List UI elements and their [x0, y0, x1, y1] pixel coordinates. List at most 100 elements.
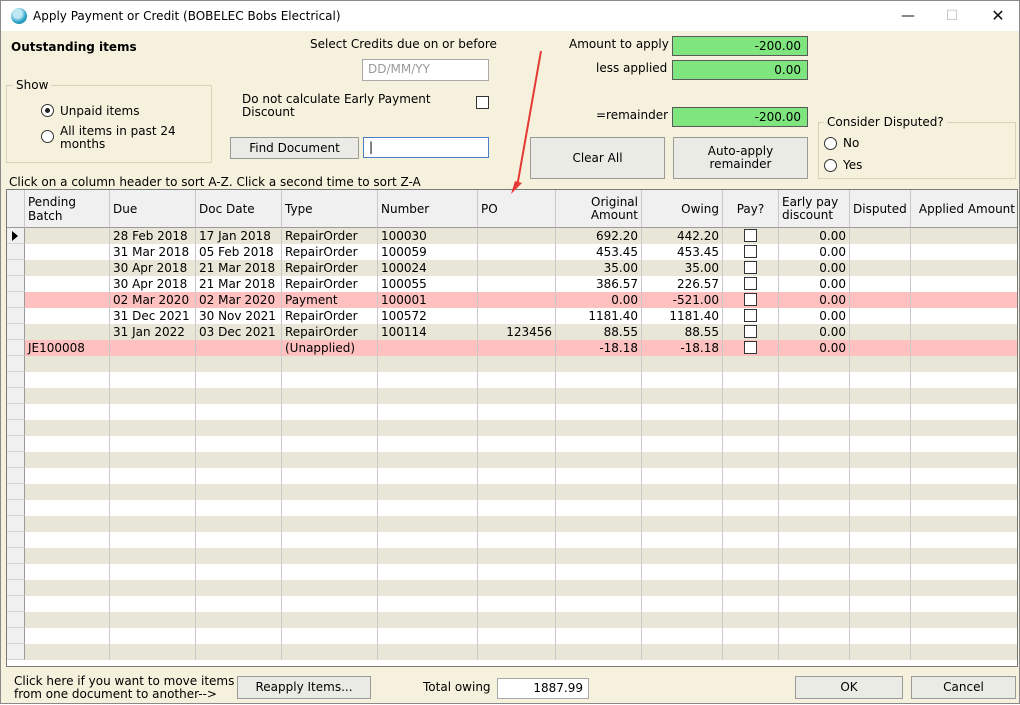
row-header[interactable] — [7, 644, 25, 660]
column-header-doc-date[interactable]: Doc Date — [196, 190, 282, 228]
row-header[interactable] — [7, 548, 25, 564]
row-header[interactable] — [7, 596, 25, 612]
row-header[interactable] — [7, 500, 25, 516]
row-header[interactable] — [7, 308, 25, 324]
cell-early-pay-discount: 0.00 — [779, 292, 850, 308]
cell-applied-amount[interactable] — [911, 324, 1017, 340]
cell-applied-amount[interactable] — [911, 244, 1017, 260]
column-header-owing[interactable]: Owing — [642, 190, 723, 228]
row-header[interactable] — [7, 516, 25, 532]
cell-due: 30 Apr 2018 — [110, 260, 196, 276]
find-document-input[interactable]: | — [363, 137, 489, 158]
row-header[interactable] — [7, 388, 25, 404]
row-header[interactable] — [7, 612, 25, 628]
row-header[interactable] — [7, 260, 25, 276]
close-button[interactable]: ✕ — [975, 1, 1020, 31]
credits-due-date-input[interactable]: DD/MM/YY — [362, 59, 489, 81]
row-header[interactable] — [7, 532, 25, 548]
pay-checkbox[interactable] — [744, 245, 757, 258]
cell-applied-amount[interactable] — [911, 276, 1017, 292]
table-row[interactable]: 31 Mar 2018 05 Feb 2018 RepairOrder 100059 4… — [7, 244, 1017, 260]
column-header-due[interactable]: Due — [110, 190, 196, 228]
empty-table-row — [7, 500, 1017, 516]
table-row[interactable]: 28 Feb 2018 17 Jan 2018 RepairOrder 100030 6… — [7, 228, 1017, 244]
cell-original-amount — [556, 452, 642, 468]
minimize-button[interactable]: — — [885, 1, 931, 31]
column-header-po[interactable]: PO — [478, 190, 556, 228]
row-header[interactable] — [7, 292, 25, 308]
cell-type: RepairOrder — [282, 260, 378, 276]
pay-checkbox[interactable] — [744, 229, 757, 242]
all-items-radio[interactable] — [41, 130, 54, 143]
cancel-button[interactable]: Cancel — [911, 676, 1016, 699]
cell-due — [110, 484, 196, 500]
cell-type — [282, 452, 378, 468]
pay-checkbox[interactable] — [744, 261, 757, 274]
apply-payment-window: Apply Payment or Credit (BOBELEC Bobs El… — [0, 0, 1020, 704]
table-row[interactable]: JE100008 (Unapplied) -18.18 -18.18 0.00 — [7, 340, 1017, 356]
cell-po — [478, 420, 556, 436]
cell-early-pay-discount — [779, 532, 850, 548]
row-header[interactable] — [7, 276, 25, 292]
unpaid-items-radio[interactable] — [41, 104, 54, 117]
move-items-hint-line1[interactable]: Click here if you want to move items — [14, 674, 234, 688]
table-row[interactable]: 30 Apr 2018 21 Mar 2018 RepairOrder 100024 3… — [7, 260, 1017, 276]
row-header[interactable] — [7, 420, 25, 436]
disputed-no-radio[interactable] — [824, 137, 837, 150]
cell-owing — [642, 372, 723, 388]
column-header-disputed[interactable]: Disputed — [850, 190, 911, 228]
cell-applied-amount[interactable] — [911, 260, 1017, 276]
move-items-hint-line2[interactable]: from one document to another--> — [14, 687, 217, 701]
cell-type — [282, 372, 378, 388]
row-header[interactable] — [7, 628, 25, 644]
cell-applied-amount[interactable] — [911, 308, 1017, 324]
row-header[interactable] — [7, 324, 25, 340]
row-header[interactable] — [7, 404, 25, 420]
ok-button[interactable]: OK — [795, 676, 903, 699]
row-header[interactable] — [7, 580, 25, 596]
cell-applied-amount[interactable] — [911, 228, 1017, 244]
column-header-number[interactable]: Number — [378, 190, 478, 228]
amount-to-apply-field[interactable]: -200.00 — [672, 36, 808, 56]
column-header-original-amount[interactable]: Original Amount — [556, 190, 642, 228]
table-row[interactable]: 02 Mar 2020 02 Mar 2020 Payment 100001 0.00-… — [7, 292, 1017, 308]
cell-owing: 453.45 — [642, 244, 723, 260]
cell-applied-amount[interactable] — [911, 292, 1017, 308]
find-document-button[interactable]: Find Document — [230, 137, 359, 159]
row-header[interactable] — [7, 484, 25, 500]
auto-apply-button[interactable]: Auto-apply remainder — [673, 137, 808, 179]
row-header[interactable] — [7, 340, 25, 356]
column-header-pay[interactable]: Pay? — [723, 190, 779, 228]
row-header[interactable] — [7, 372, 25, 388]
column-header-pending-batch[interactable]: Pending Batch — [25, 190, 110, 228]
table-row[interactable]: 30 Apr 2018 21 Mar 2018 RepairOrder 100055 3… — [7, 276, 1017, 292]
row-header[interactable] — [7, 244, 25, 260]
cell-original-amount — [556, 548, 642, 564]
row-header[interactable] — [7, 436, 25, 452]
cell-pay — [723, 484, 779, 500]
cell-original-amount: 453.45 — [556, 244, 642, 260]
column-header-early-pay-discount[interactable]: Early pay discount — [779, 190, 850, 228]
row-header[interactable] — [7, 356, 25, 372]
row-header[interactable] — [7, 468, 25, 484]
column-header-applied-amount[interactable]: Applied Amount — [911, 190, 1017, 228]
maximize-button[interactable]: ☐ — [929, 1, 975, 31]
pay-checkbox[interactable] — [744, 277, 757, 290]
table-row[interactable]: 31 Jan 2022 03 Dec 2021 RepairOrder 100114 1… — [7, 324, 1017, 340]
reapply-items-button[interactable]: Reapply Items... — [237, 676, 371, 699]
disputed-yes-radio[interactable] — [824, 159, 837, 172]
remainder-field: -200.00 — [672, 107, 808, 127]
pay-checkbox[interactable] — [744, 325, 757, 338]
table-row[interactable]: 31 Dec 2021 30 Nov 2021 RepairOrder 100572 1… — [7, 308, 1017, 324]
row-header[interactable] — [7, 564, 25, 580]
column-header-type[interactable]: Type — [282, 190, 378, 228]
pay-checkbox[interactable] — [744, 293, 757, 306]
row-header[interactable] — [7, 228, 25, 244]
cell-applied-amount[interactable] — [911, 340, 1017, 356]
pay-checkbox[interactable] — [744, 309, 757, 322]
clear-all-button[interactable]: Clear All — [530, 137, 665, 179]
early-payment-checkbox[interactable] — [476, 96, 489, 109]
row-header[interactable] — [7, 452, 25, 468]
pay-checkbox[interactable] — [744, 341, 757, 354]
cell-pending-batch — [25, 372, 110, 388]
